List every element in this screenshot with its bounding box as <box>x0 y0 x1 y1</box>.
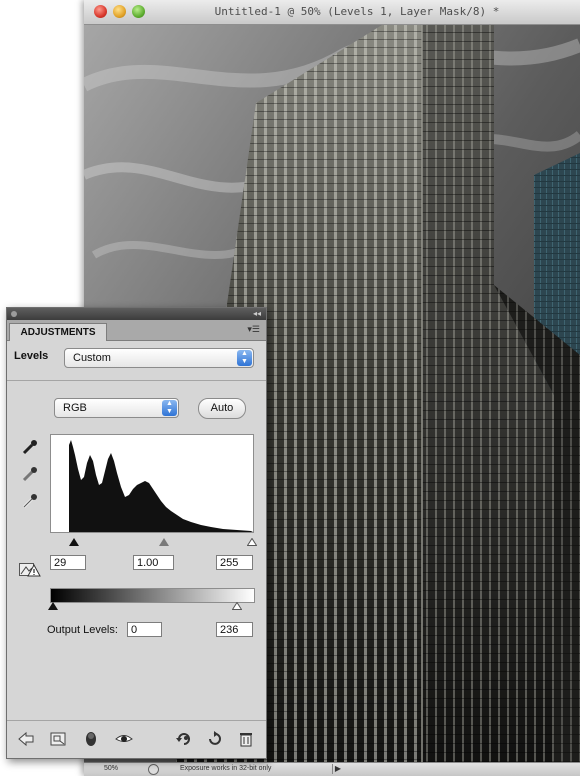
view-previous-state-icon[interactable] <box>175 730 193 748</box>
panel-collapse-icon[interactable]: ◂◂ <box>253 308 261 320</box>
status-menu-arrow-icon[interactable]: ▶ <box>332 764 343 774</box>
clip-to-layer-icon[interactable] <box>82 730 100 748</box>
input-white-field[interactable]: 255 <box>216 555 253 570</box>
trash-icon[interactable] <box>237 730 255 748</box>
levels-histogram <box>50 434 254 533</box>
preset-value: Custom <box>73 352 111 364</box>
select-arrows-icon: ▲ ▼ <box>162 400 177 416</box>
expand-view-icon[interactable] <box>49 730 67 748</box>
clipping-warning-icon[interactable] <box>19 561 41 577</box>
output-white-field[interactable]: 236 <box>216 622 253 637</box>
adjustments-panel: ◂◂ ADJUSTMENTS ▾☰ Levels Custom ▲ ▼ RGB ▲… <box>6 307 267 759</box>
panel-menu-icon[interactable]: ▾☰ <box>247 324 260 335</box>
zoom-level[interactable]: 50% <box>104 765 118 772</box>
input-white-point-handle[interactable] <box>247 538 257 546</box>
panel-tab-row: ADJUSTMENTS ▾☰ <box>7 320 266 341</box>
input-gamma-handle[interactable] <box>159 538 169 546</box>
status-info-icon[interactable] <box>148 764 159 775</box>
white-point-eyedropper-icon[interactable] <box>21 492 39 510</box>
histogram-graph <box>69 440 253 532</box>
window-zoom-button[interactable] <box>132 5 145 18</box>
document-title-bar[interactable]: Untitled-1 @ 50% (Levels 1, Layer Mask/8… <box>84 0 580 25</box>
visibility-eye-icon[interactable] <box>115 730 133 748</box>
select-arrows-icon: ▲ ▼ <box>237 350 252 366</box>
channel-select[interactable]: RGB ▲ ▼ <box>54 398 179 418</box>
adjustment-type-label: Levels <box>14 350 49 362</box>
gray-point-eyedropper-icon[interactable] <box>21 465 39 483</box>
status-bar: 50% Exposure works in 32-bit only ▶ <box>84 762 580 776</box>
window-minimize-button[interactable] <box>113 5 126 18</box>
panel-close-icon[interactable] <box>11 311 17 317</box>
panel-divider <box>7 380 266 381</box>
panel-toolbar <box>7 722 266 756</box>
input-gamma-field[interactable]: 1.00 <box>133 555 174 570</box>
output-black-point-handle[interactable] <box>48 602 58 610</box>
output-levels-label: Output Levels: <box>47 624 118 636</box>
tab-adjustments[interactable]: ADJUSTMENTS <box>9 323 107 341</box>
document-title: Untitled-1 @ 50% (Levels 1, Layer Mask/8… <box>214 5 500 18</box>
back-arrow-icon[interactable] <box>17 730 35 748</box>
window-close-button[interactable] <box>94 5 107 18</box>
output-gradient-bar <box>50 588 255 603</box>
panel-header-strip[interactable]: ◂◂ <box>7 308 266 320</box>
input-black-point-handle[interactable] <box>69 538 79 546</box>
reset-icon[interactable] <box>205 730 223 748</box>
black-point-eyedropper-icon[interactable] <box>21 438 39 456</box>
channel-value: RGB <box>63 402 87 414</box>
output-levels-slider[interactable] <box>48 602 254 612</box>
status-message: Exposure works in 32-bit only <box>180 765 272 772</box>
output-black-field[interactable]: 0 <box>127 622 162 637</box>
preset-select[interactable]: Custom ▲ ▼ <box>64 348 254 368</box>
input-levels-slider[interactable] <box>50 538 257 548</box>
output-white-point-handle[interactable] <box>232 602 242 610</box>
panel-bottom-divider <box>7 720 266 721</box>
input-black-field[interactable]: 29 <box>50 555 86 570</box>
auto-button[interactable]: Auto <box>198 398 246 419</box>
